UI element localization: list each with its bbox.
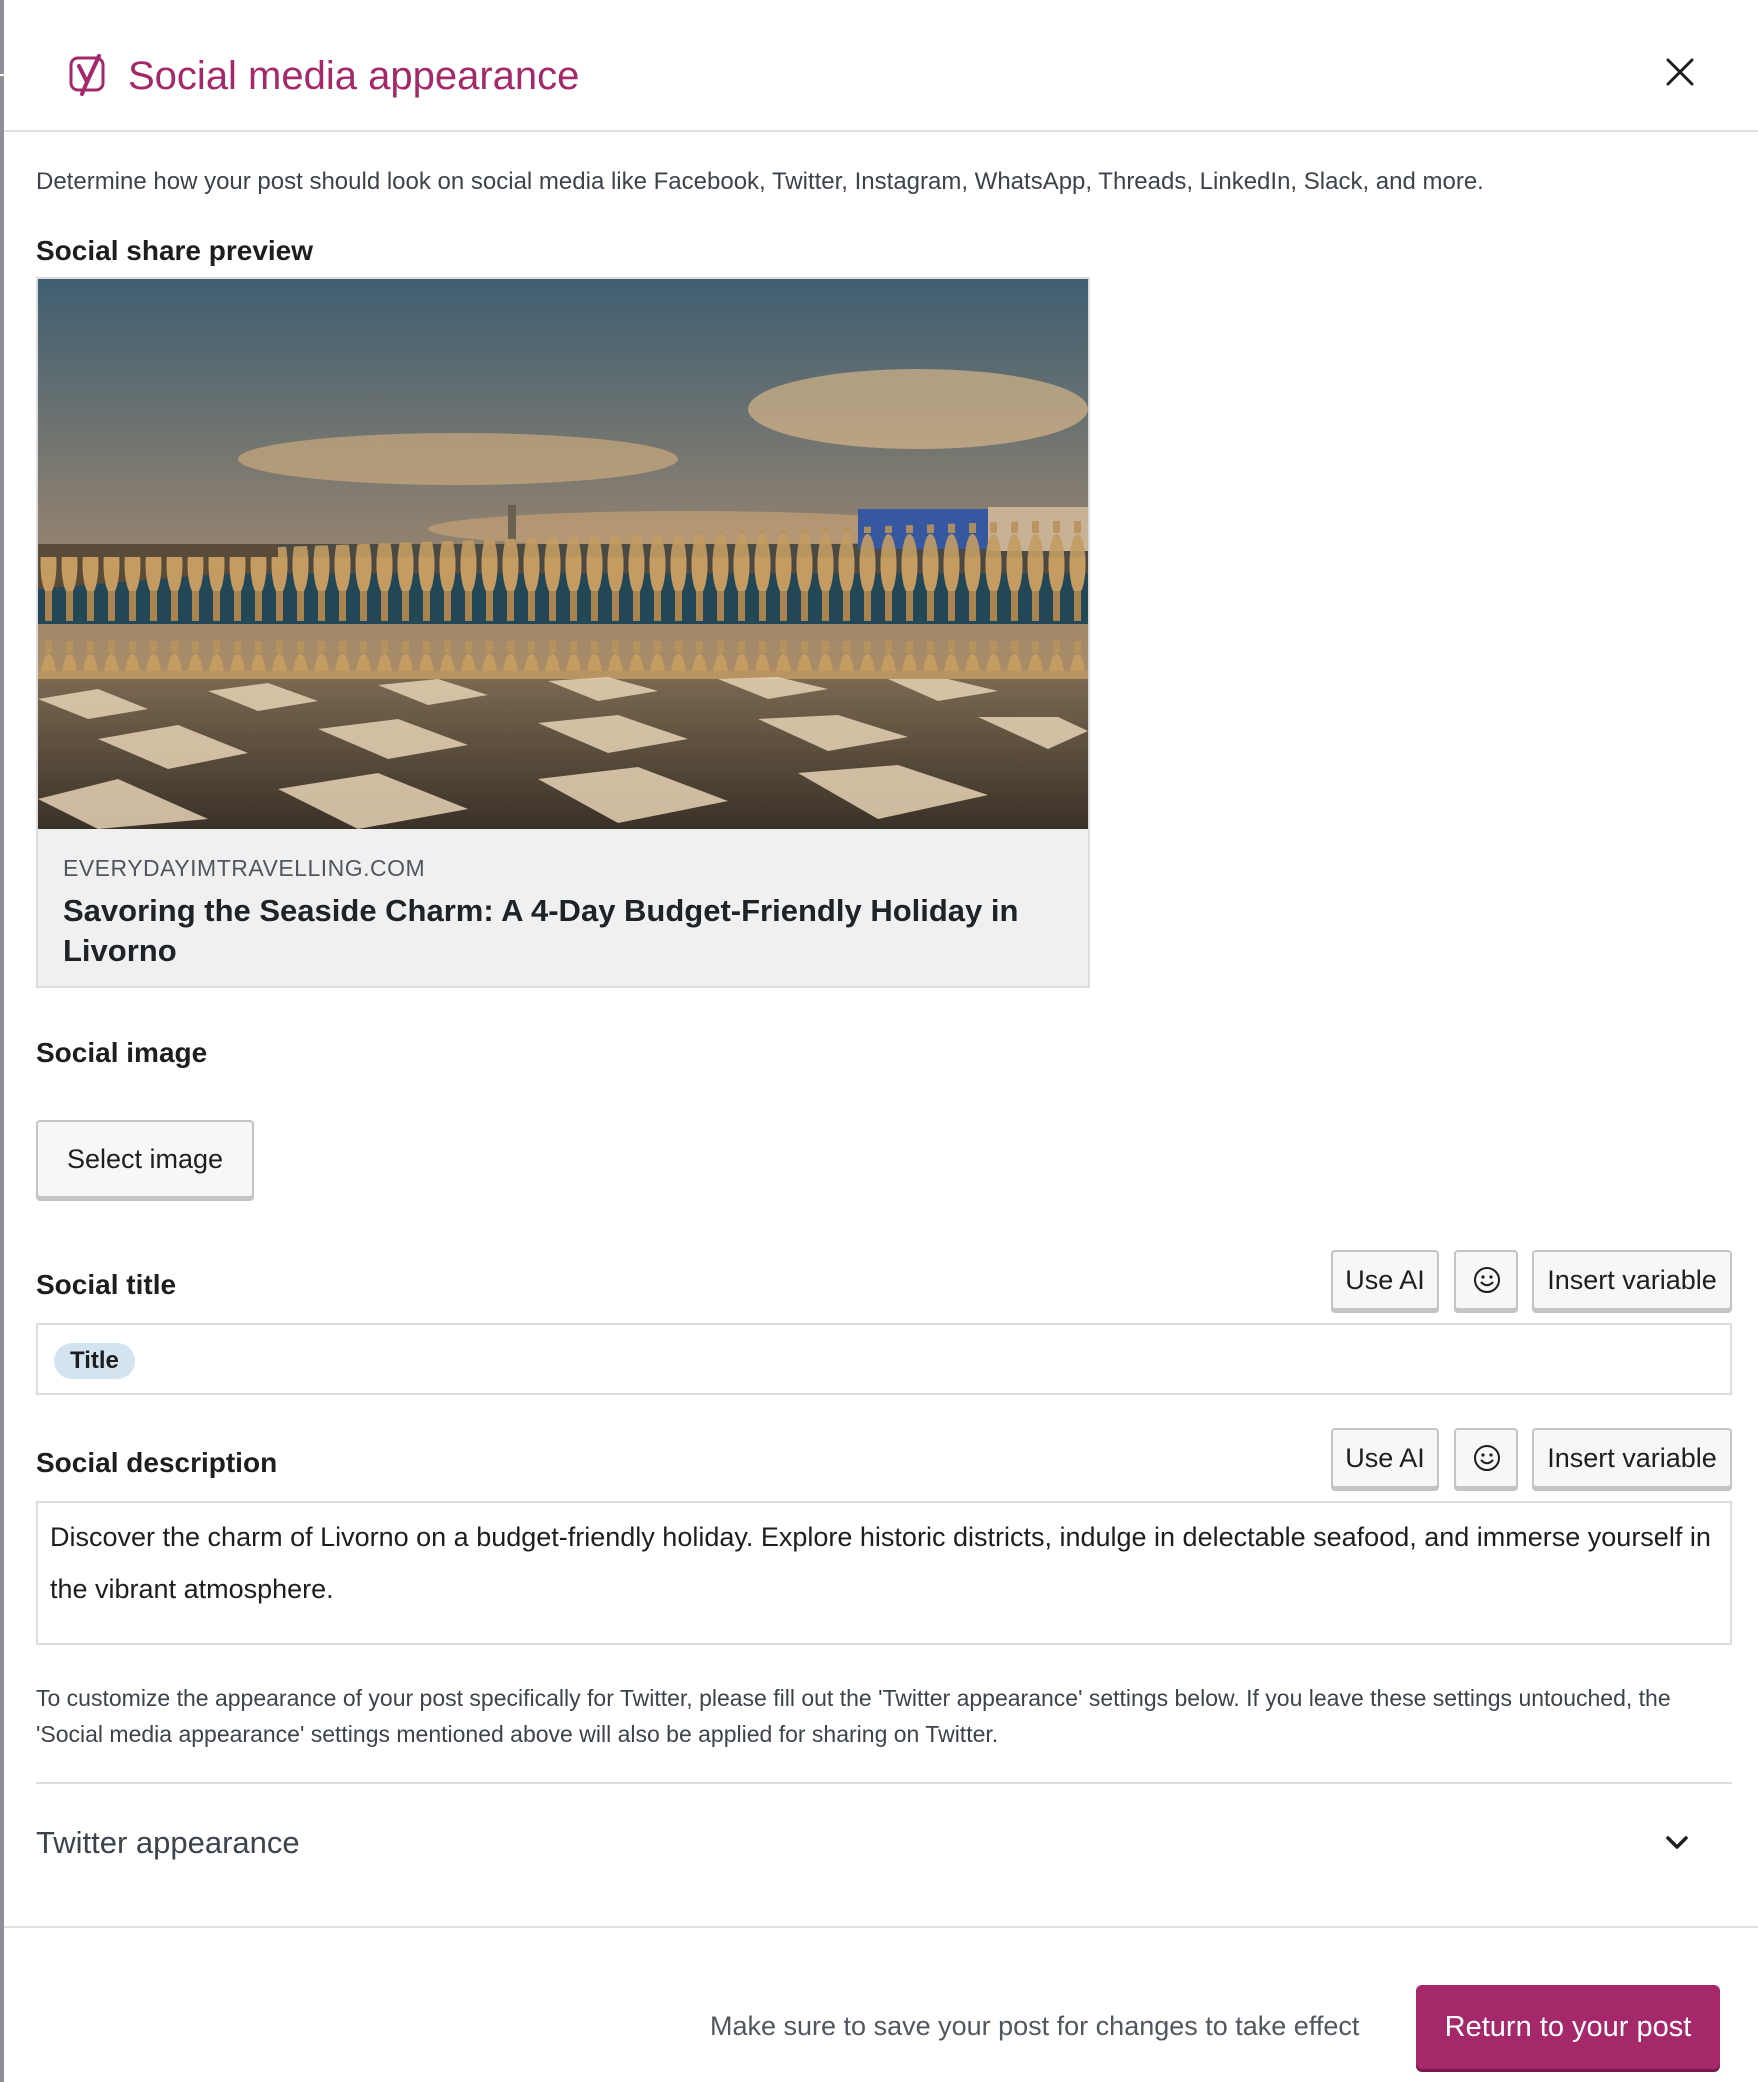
- yoast-logo-icon: [69, 54, 105, 96]
- intro-text: Determine how your post should look on s…: [36, 168, 1484, 195]
- social-share-preview-card[interactable]: EVERYDAYIMTRAVELLING.COM Savoring the Se…: [36, 277, 1090, 988]
- title-variable-pill[interactable]: Title: [54, 1343, 135, 1379]
- preview-image: [38, 279, 1088, 829]
- social-image-label: Social image: [36, 1037, 208, 1068]
- twitter-appearance-toggle[interactable]: Twitter appearance: [36, 1784, 1732, 1894]
- select-image-button[interactable]: Select image: [36, 1120, 254, 1198]
- description-use-ai-button[interactable]: Use AI: [1331, 1428, 1439, 1488]
- modal-header: Social media appearance: [4, 0, 1758, 132]
- return-to-post-button[interactable]: Return to your post: [1416, 1985, 1720, 2069]
- modal-footer: Make sure to save your post for changes …: [4, 1926, 1758, 2082]
- twitter-note: To customize the appearance of your post…: [36, 1685, 1671, 1747]
- left-edge: [0, 0, 4, 2082]
- twitter-appearance-label: Twitter appearance: [36, 1825, 300, 1860]
- modal-title: Social media appearance: [128, 54, 580, 98]
- title-emoji-button[interactable]: [1454, 1250, 1518, 1310]
- preview-title: Savoring the Seaside Charm: A 4-Day Budg…: [63, 893, 1019, 968]
- smiley-icon: [1474, 1267, 1500, 1293]
- preview-domain: EVERYDAYIMTRAVELLING.COM: [63, 855, 426, 881]
- social-description-input[interactable]: Discover the charm of Livorno on a budge…: [36, 1501, 1732, 1645]
- social-description-text: Discover the charm of Livorno on a budge…: [50, 1522, 1711, 1604]
- smiley-icon: [1474, 1445, 1500, 1471]
- social-share-preview-label: Social share preview: [36, 235, 314, 266]
- social-description-label: Social description: [36, 1447, 278, 1478]
- footer-save-note: Make sure to save your post for changes …: [710, 2011, 1360, 2041]
- chevron-down-icon: [1666, 1836, 1688, 1849]
- description-insert-variable-button[interactable]: Insert variable: [1532, 1428, 1732, 1488]
- title-use-ai-button[interactable]: Use AI: [1331, 1250, 1439, 1310]
- close-icon[interactable]: [1660, 52, 1700, 92]
- social-title-label: Social title: [36, 1269, 177, 1300]
- description-emoji-button[interactable]: [1454, 1428, 1518, 1488]
- social-title-input[interactable]: Title: [36, 1323, 1732, 1395]
- title-insert-variable-button[interactable]: Insert variable: [1532, 1250, 1732, 1310]
